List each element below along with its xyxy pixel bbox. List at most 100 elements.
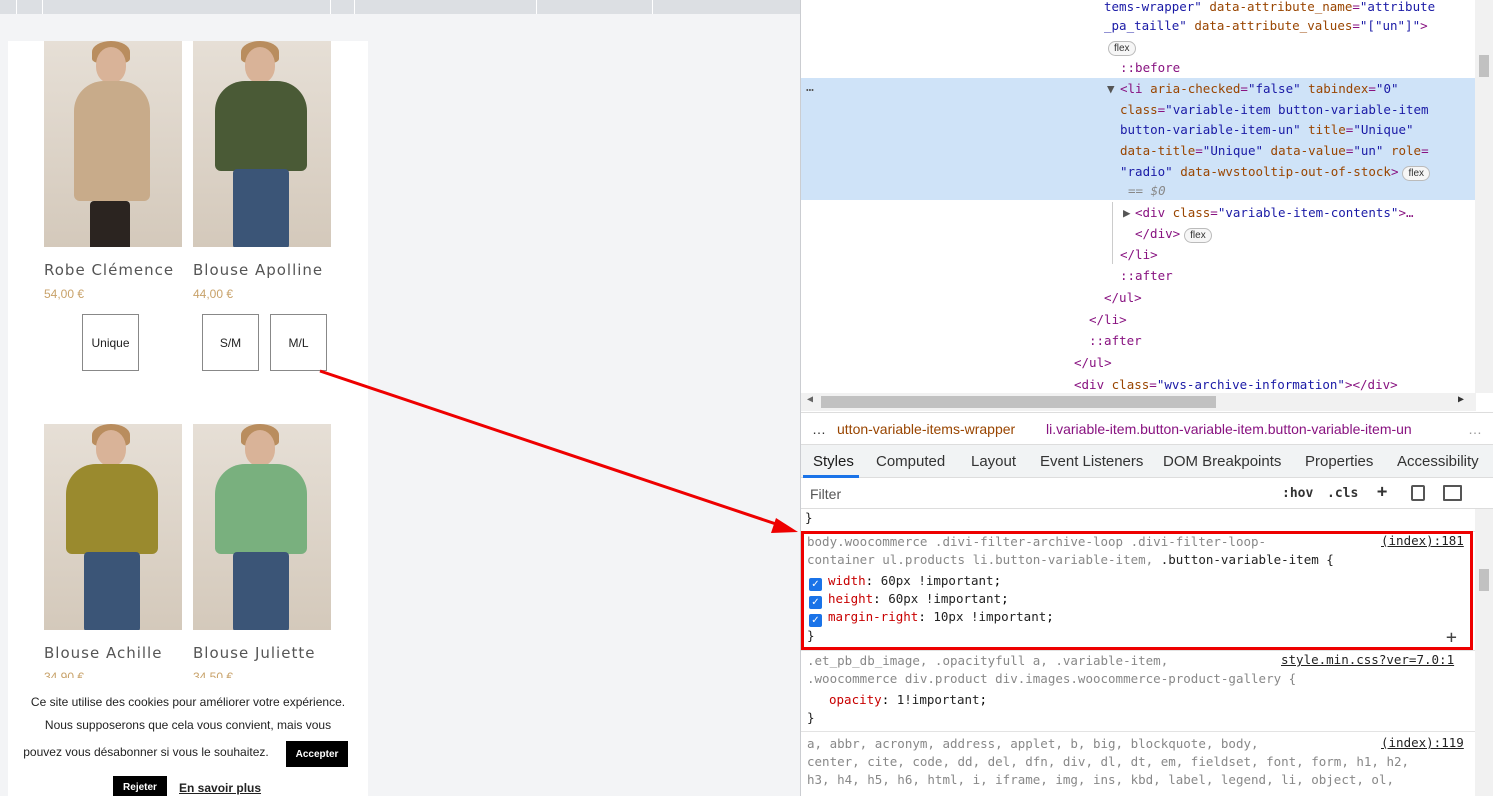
collapse-triangle-icon[interactable]: ▶ [1123,202,1131,223]
product-card[interactable]: Robe Clémence 54,00 € [44,41,184,301]
size-swatch-m-l[interactable]: M/L [270,314,327,371]
class-toggle[interactable]: .cls [1327,486,1358,501]
breadcrumb: … utton-variable-items-wrapper li.variab… [801,412,1493,444]
tab-styles[interactable]: Styles [813,453,854,470]
size-swatch-s-m[interactable]: S/M [202,314,259,371]
rule-selector[interactable]: .et_pb_db_image, .opacityfull a, .variab… [807,652,1168,670]
cookie-text-line-3: pouvez vous désabonner si vous le souhai… [23,745,269,759]
indent-guide [1112,202,1113,264]
rule-divider [801,650,1476,651]
tab-event-listeners[interactable]: Event Listeners [1040,453,1143,470]
breadcrumb-item-active[interactable]: li.variable-item.button-variable-item.bu… [1046,421,1412,437]
breadcrumb-item[interactable]: utton-variable-items-wrapper [837,421,1015,437]
property-value[interactable]: 1!important [897,692,980,707]
flex-badge[interactable]: flex [1184,228,1212,243]
selector-line: center, cite, code, dd, del, dfn, div, d… [807,754,1410,769]
nav-divider [42,0,43,14]
dom-line[interactable]: data-title="Unique" data-value="un" role… [1120,140,1429,161]
dom-line: flex [1104,36,1136,57]
rule-source-link[interactable]: (index):119 [1381,735,1464,750]
tab-dom-breakpoints[interactable]: DOM Breakpoints [1163,453,1281,470]
product-name[interactable]: Robe Clémence [44,261,184,279]
tab-computed[interactable]: Computed [876,453,945,470]
dom-line[interactable]: ::before [1120,57,1180,78]
dom-line[interactable]: </li> [1120,244,1158,265]
elements-vertical-scrollbar[interactable] [1475,0,1493,393]
garment [66,464,158,554]
toggle-sidebar-icon[interactable] [1443,485,1462,501]
dom-line[interactable]: </li> [1089,309,1127,330]
hover-state-toggle[interactable]: :hov [1282,486,1313,501]
breadcrumb-overflow[interactable]: … [812,421,826,437]
dom-line[interactable]: <div class="wvs-archive-information"></d… [1074,374,1398,393]
active-tab-indicator [803,475,859,478]
styles-filter-bar: Filter :hov .cls + [801,479,1493,509]
learn-more-link[interactable]: En savoir plus [179,781,261,795]
scrollbar-thumb[interactable] [821,396,1216,408]
dom-line-selected[interactable]: <li aria-checked="false" tabindex="0" [1120,78,1399,99]
tab-properties[interactable]: Properties [1305,453,1373,470]
new-rule-plus-icon[interactable]: + [1377,482,1387,502]
dom-line[interactable]: </ul> [1074,352,1112,373]
rule-selector[interactable]: h3, h4, h5, h6, html, i, iframe, img, in… [807,771,1394,789]
rule-selector[interactable]: .woocommerce div.product div.images.wooc… [807,670,1296,688]
product-name[interactable]: Blouse Apolline [193,261,333,279]
dom-line[interactable]: ::after [1089,330,1142,351]
dom-line-text: "radio" data-wvstooltip-out-of-stock> [1120,164,1399,179]
dom-line[interactable]: </ul> [1104,287,1142,308]
scrollbar-thumb[interactable] [1479,569,1489,591]
breadcrumb-overflow[interactable]: … [1468,421,1482,437]
flex-badge[interactable]: flex [1108,41,1136,56]
flex-badge[interactable]: flex [1402,166,1431,181]
dom-line[interactable]: class="variable-item button-variable-ite… [1120,99,1429,120]
product-name[interactable]: Blouse Achille [44,644,184,662]
accept-cookies-button[interactable]: Accepter [286,741,348,767]
expand-triangle-icon[interactable]: ▼ [1107,78,1115,99]
product-photo[interactable] [44,424,182,630]
elements-tree[interactable]: … tems-wrapper" data-attribute_name="att… [801,0,1476,393]
product-card[interactable]: Blouse Achille 34,90 € [44,424,184,684]
website-viewport: Robe Clémence 54,00 € Blouse Apolline 44… [0,0,800,796]
filter-input[interactable]: Filter [810,486,841,502]
dom-line[interactable]: _pa_taille" data-attribute_values="["un"… [1104,15,1428,36]
property-name[interactable]: opacity [829,692,882,707]
product-card[interactable]: Blouse Apolline 44,00 € [193,41,333,301]
product-photo[interactable] [193,41,331,247]
dom-line[interactable]: ::after [1120,265,1173,286]
nav-divider [354,0,355,14]
dom-line[interactable]: "radio" data-wvstooltip-out-of-stock> fle… [1120,161,1431,182]
styles-tabbar: Styles Computed Layout Event Listeners D… [801,444,1493,478]
paint-brush-icon[interactable] [1411,485,1425,501]
product-name[interactable]: Blouse Juliette [193,644,333,662]
nav-divider [16,0,17,14]
product-price: 54,00 € [44,287,85,301]
elements-horizontal-scrollbar[interactable]: ◀ ▶ [801,393,1476,411]
garment [215,81,307,171]
selector-line: a, abbr, acronym, address, applet, b, bi… [807,736,1259,751]
scrollbar-thumb[interactable] [1479,55,1489,77]
tab-accessibility[interactable]: Accessibility [1397,453,1479,470]
css-property[interactable]: opacity: 1!important; [829,691,987,709]
styles-vertical-scrollbar[interactable] [1475,509,1493,796]
nav-divider [536,0,537,14]
rule-source-link[interactable]: style.min.css?ver=7.0:1 [1281,652,1454,667]
product-photo[interactable] [193,424,331,630]
legs [90,201,130,247]
legs [233,552,289,630]
tab-layout[interactable]: Layout [971,453,1016,470]
reject-cookies-button[interactable]: Rejeter [113,776,167,796]
rule-selector[interactable]: center, cite, code, dd, del, dfn, div, d… [807,753,1409,771]
cookie-text-line-1: Ce site utilise des cookies pour amélior… [30,695,346,709]
size-swatch-unique[interactable]: Unique [82,314,139,371]
scroll-left-icon[interactable]: ◀ [807,394,813,405]
scroll-right-icon[interactable]: ▶ [1458,394,1464,405]
product-card[interactable]: Blouse Juliette 34,50 € [193,424,333,684]
product-photo[interactable] [44,41,182,247]
dom-line[interactable]: button-variable-item-un" title="Unique" [1120,119,1414,140]
selector-line: h3, h4, h5, h6, html, i, iframe, img, in… [807,772,1394,787]
node-more-icon[interactable]: … [806,80,814,95]
rule-selector[interactable]: a, abbr, acronym, address, applet, b, bi… [807,735,1259,753]
devtools-panel: … tems-wrapper" data-attribute_name="att… [800,0,1493,796]
dom-line[interactable]: </div> flex [1135,223,1212,244]
dom-line[interactable]: <div class="variable-item-contents">… [1135,202,1414,223]
